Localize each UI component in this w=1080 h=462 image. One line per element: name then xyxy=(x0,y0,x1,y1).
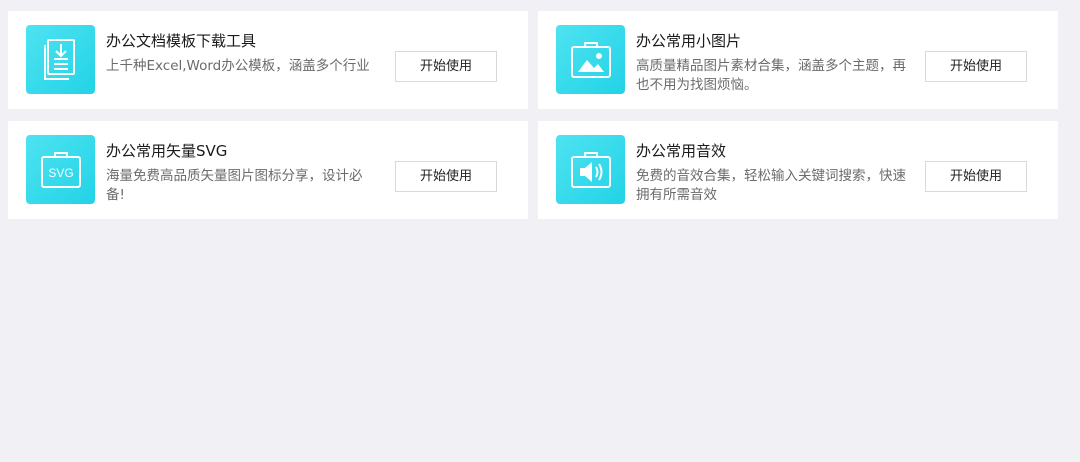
card-title: 办公文档模板下载工具 xyxy=(106,32,257,50)
tool-card-grid: 办公文档模板下载工具 上千种Excel,Word办公模板，涵盖多个行业 开始使用… xyxy=(0,0,1080,462)
card-description: 海量免费高品质矢量图片图标分享，设计必备! xyxy=(106,168,363,203)
tool-card-sound-effects: 办公常用音效 免费的音效合集，轻松输入关键词搜索，快速拥有所需音效 开始使用 xyxy=(538,121,1058,219)
card-description: 免费的音效合集，轻松输入关键词搜索，快速拥有所需音效 xyxy=(636,168,906,203)
tool-card-document-templates: 办公文档模板下载工具 上千种Excel,Word办公模板，涵盖多个行业 开始使用 xyxy=(8,11,528,109)
card-description: 高质量精品图片素材合集，涵盖多个主题，再也不用为找图烦恼。 xyxy=(636,58,906,93)
card-description: 上千种Excel,Word办公模板，涵盖多个行业 xyxy=(106,58,370,74)
start-button[interactable]: 开始使用 xyxy=(925,161,1027,192)
start-button[interactable]: 开始使用 xyxy=(395,51,497,82)
card-title: 办公常用矢量SVG xyxy=(106,142,228,160)
svg-icon-label: SVG xyxy=(48,166,73,180)
speaker-bag-icon xyxy=(556,135,625,204)
card-title: 办公常用小图片 xyxy=(636,32,742,50)
picture-bag-icon xyxy=(556,25,625,94)
card-title: 办公常用音效 xyxy=(636,142,727,160)
tool-card-small-pictures: 办公常用小图片 高质量精品图片素材合集，涵盖多个主题，再也不用为找图烦恼。 开始… xyxy=(538,11,1058,109)
tool-card-vector-svg: SVG 办公常用矢量SVG 海量免费高品质矢量图片图标分享，设计必备! 开始使用 xyxy=(8,121,528,219)
document-download-icon xyxy=(26,25,95,94)
start-button[interactable]: 开始使用 xyxy=(925,51,1027,82)
start-button[interactable]: 开始使用 xyxy=(395,161,497,192)
svg-bag-icon: SVG xyxy=(26,135,95,204)
